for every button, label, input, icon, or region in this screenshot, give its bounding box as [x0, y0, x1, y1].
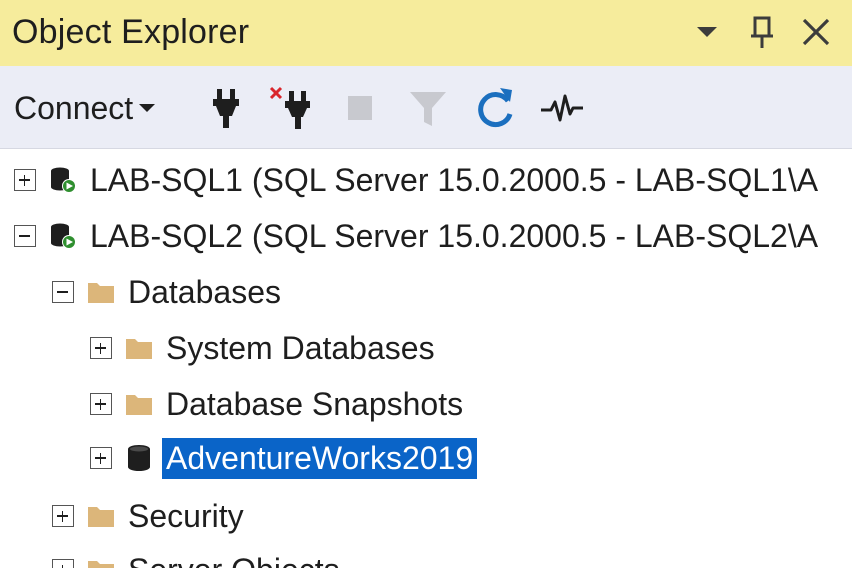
refresh-icon	[472, 84, 520, 132]
close-button[interactable]	[796, 10, 836, 54]
expand-icon[interactable]	[52, 559, 74, 568]
activity-monitor-button[interactable]	[538, 84, 586, 132]
stop-button[interactable]	[336, 84, 384, 132]
chevron-down-icon	[688, 10, 728, 54]
object-explorer-window: Object Explorer Connect LAB-SQL1 (SQL Se…	[0, 0, 852, 568]
expand-icon[interactable]	[90, 337, 112, 359]
tree-node-label: Database Snapshots	[166, 385, 464, 422]
tree-node-server-lab-sql1[interactable]: LAB-SQL1 (SQL Server 15.0.2000.5 - LAB-S…	[14, 154, 822, 206]
collapse-icon[interactable]	[52, 281, 74, 303]
tree-node-databases[interactable]: Databases	[52, 266, 285, 318]
expand-icon[interactable]	[14, 169, 36, 191]
folder-icon	[86, 277, 116, 307]
expand-icon[interactable]	[52, 505, 74, 527]
connect-label: Connect	[14, 89, 134, 126]
collapse-icon[interactable]	[14, 225, 36, 247]
connect-dropdown-button[interactable]: Connect	[14, 86, 156, 130]
connect-object-explorer-button[interactable]	[202, 84, 250, 132]
database-icon	[124, 443, 154, 473]
folder-icon	[86, 555, 116, 568]
tree-node-label: LAB-SQL1 (SQL Server 15.0.2000.5 - LAB-S…	[90, 161, 819, 198]
auto-hide-pin-button[interactable]	[742, 10, 782, 54]
tree-node-label: Server Objects	[124, 550, 344, 568]
disconnect-plug-icon	[268, 84, 316, 132]
tree-node-adventureworks2019[interactable]: AdventureWorks2019	[90, 432, 478, 484]
expand-icon[interactable]	[90, 447, 112, 469]
tree-node-database-snapshots[interactable]: Database Snapshots	[90, 378, 467, 430]
folder-icon	[86, 501, 116, 531]
expand-icon[interactable]	[90, 393, 112, 415]
server-connected-icon	[48, 221, 78, 251]
tree-node-security[interactable]: Security	[52, 490, 248, 542]
pin-icon	[742, 10, 782, 54]
toolbar: Connect	[0, 66, 852, 149]
folder-icon	[124, 389, 154, 419]
dropdown-arrow-icon	[139, 104, 156, 112]
stop-icon	[336, 84, 384, 132]
window-title: Object Explorer	[12, 13, 250, 51]
disconnect-button[interactable]	[268, 84, 316, 132]
tree-node-server-objects[interactable]: Server Objects	[52, 544, 344, 568]
tree-node-label: Databases	[128, 273, 281, 310]
refresh-button[interactable]	[472, 84, 520, 132]
tree-node-system-databases[interactable]: System Databases	[90, 322, 439, 374]
tree-node-label-selected: AdventureWorks2019	[162, 437, 478, 479]
filter-button[interactable]	[404, 84, 452, 132]
close-icon	[796, 10, 836, 54]
object-explorer-tree: LAB-SQL1 (SQL Server 15.0.2000.5 - LAB-S…	[0, 148, 852, 568]
server-connected-icon	[48, 165, 78, 195]
title-bar: Object Explorer	[0, 0, 852, 66]
filter-icon	[404, 84, 452, 132]
tree-node-label: Security	[128, 497, 244, 534]
plug-icon	[202, 84, 250, 132]
tree-node-label: System Databases	[166, 329, 435, 366]
tree-node-server-lab-sql2[interactable]: LAB-SQL2 (SQL Server 15.0.2000.5 - LAB-S…	[14, 210, 822, 262]
activity-monitor-icon	[538, 84, 586, 132]
folder-icon	[124, 333, 154, 363]
tree-node-label: LAB-SQL2 (SQL Server 15.0.2000.5 - LAB-S…	[90, 217, 819, 254]
window-position-dropdown-button[interactable]	[688, 10, 728, 54]
